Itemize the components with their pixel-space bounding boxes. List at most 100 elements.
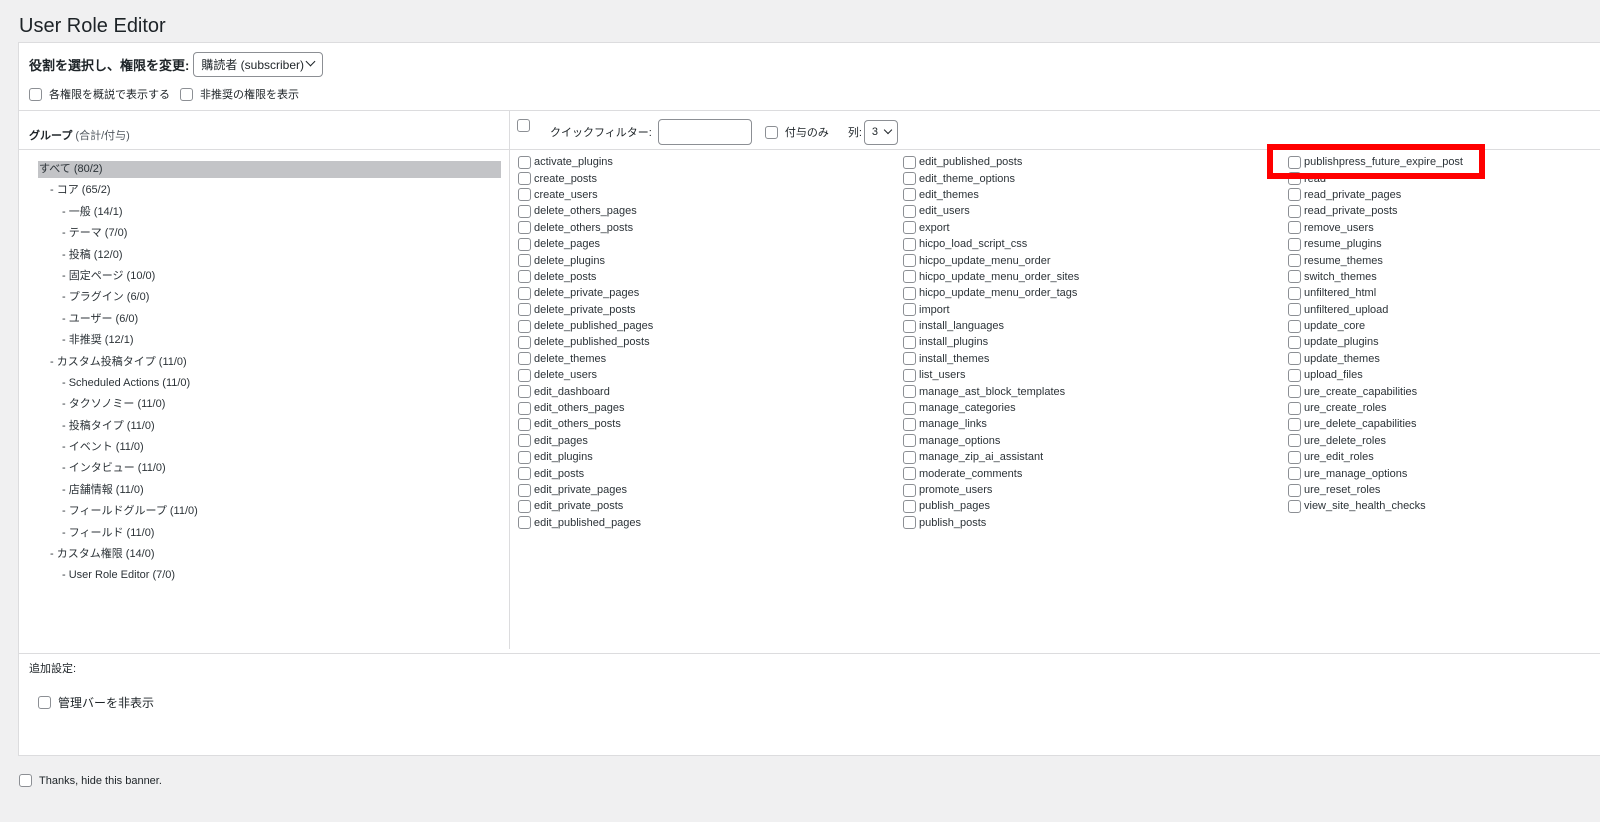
capability-item[interactable]: publish_posts [903,515,1079,531]
capability-item[interactable]: create_users [518,187,653,203]
capability-item[interactable]: ure_manage_options [1288,465,1463,481]
show-deprecated-checkbox[interactable] [180,87,193,101]
capability-checkbox[interactable] [518,237,531,251]
capability-item[interactable]: view_site_health_checks [1288,498,1463,514]
capability-item[interactable]: install_themes [903,351,1079,367]
capability-checkbox[interactable] [903,499,916,513]
capability-checkbox[interactable] [518,319,531,333]
capability-checkbox[interactable] [1288,237,1301,251]
capability-item[interactable]: edit_plugins [518,449,653,465]
capability-item[interactable]: hicpo_update_menu_order_sites [903,269,1079,285]
capability-item[interactable]: read_private_posts [1288,203,1463,219]
capability-checkbox[interactable] [518,467,531,481]
capability-checkbox[interactable] [903,237,916,251]
capability-item[interactable]: edit_published_posts [903,154,1079,170]
capability-item[interactable]: delete_users [518,367,653,383]
columns-select[interactable]: 3 [863,119,898,145]
capability-checkbox[interactable] [903,368,916,382]
capability-item[interactable]: edit_others_posts [518,416,653,432]
capability-checkbox[interactable] [1288,188,1301,202]
capability-checkbox[interactable] [903,385,916,399]
capability-checkbox[interactable] [1288,450,1301,464]
granted-only-checkbox[interactable] [764,125,778,139]
capability-checkbox[interactable] [1288,286,1301,300]
show-human-readable-checkbox[interactable] [29,87,42,101]
capability-item[interactable]: edit_dashboard [518,383,653,399]
group-item[interactable]: - フィールドグループ (11/0) [38,503,501,524]
group-item[interactable]: - カスタム投稿タイプ (11/0) [38,354,501,375]
capability-checkbox[interactable] [1288,352,1301,366]
capability-item[interactable]: hicpo_load_script_css [903,236,1079,252]
group-item[interactable]: - 非推奨 (12/1) [38,332,501,353]
capability-item[interactable]: resume_plugins [1288,236,1463,252]
group-item[interactable]: - ユーザー (6/0) [38,311,501,332]
capability-item[interactable]: upload_files [1288,367,1463,383]
capability-checkbox[interactable] [1288,401,1301,415]
capability-checkbox[interactable] [518,155,531,169]
capability-checkbox[interactable] [903,155,916,169]
capability-item[interactable]: update_core [1288,318,1463,334]
hide-banner-checkbox[interactable] [19,774,32,787]
capability-item[interactable]: ure_create_roles [1288,400,1463,416]
capability-item[interactable]: edit_pages [518,433,653,449]
capability-checkbox[interactable] [903,172,916,186]
capability-checkbox[interactable] [903,204,916,218]
group-item[interactable]: - 一般 (14/1) [38,204,501,225]
capability-checkbox[interactable] [903,335,916,349]
capability-item[interactable]: edit_published_pages [518,515,653,531]
capability-item[interactable]: manage_links [903,416,1079,432]
quick-filter-input[interactable] [657,119,752,145]
capability-item[interactable]: unfiltered_html [1288,285,1463,301]
capability-checkbox[interactable] [518,335,531,349]
capability-item[interactable]: delete_private_pages [518,285,653,301]
capability-checkbox[interactable] [1288,270,1301,284]
capability-item[interactable]: install_plugins [903,334,1079,350]
group-item[interactable]: - 投稿タイプ (11/0) [38,418,501,439]
capability-item[interactable]: unfiltered_upload [1288,302,1463,318]
capability-item[interactable]: delete_plugins [518,252,653,268]
capability-checkbox[interactable] [518,434,531,448]
capability-checkbox[interactable] [1288,385,1301,399]
capability-item[interactable]: delete_pages [518,236,653,252]
capability-item[interactable]: read_private_pages [1288,187,1463,203]
capability-checkbox[interactable] [518,254,531,268]
capability-item[interactable]: edit_private_pages [518,482,653,498]
capability-checkbox[interactable] [518,516,531,530]
group-item[interactable]: - プラグイン (6/0) [38,289,501,310]
capability-checkbox[interactable] [1288,499,1301,513]
capability-item[interactable]: delete_published_pages [518,318,653,334]
group-item[interactable]: - 店舗情報 (11/0) [38,482,501,503]
capability-item[interactable]: delete_themes [518,351,653,367]
capability-item[interactable]: manage_categories [903,400,1079,416]
group-item[interactable]: - 固定ページ (10/0) [38,268,501,289]
capability-item[interactable]: ure_create_capabilities [1288,383,1463,399]
capability-checkbox[interactable] [1288,204,1301,218]
capability-item[interactable]: publish_pages [903,498,1079,514]
capability-item[interactable]: list_users [903,367,1079,383]
capability-item[interactable]: remove_users [1288,220,1463,236]
capability-checkbox[interactable] [1288,417,1301,431]
group-item[interactable]: - カスタム権限 (14/0) [38,546,501,567]
capability-item[interactable]: delete_published_posts [518,334,653,350]
capability-item[interactable]: delete_posts [518,269,653,285]
capability-item[interactable]: moderate_comments [903,465,1079,481]
capability-checkbox[interactable] [518,221,531,235]
group-item[interactable]: - コア (65/2) [38,182,501,203]
capability-item[interactable]: delete_others_pages [518,203,653,219]
capability-checkbox[interactable] [903,188,916,202]
capability-checkbox[interactable] [903,270,916,284]
capability-item[interactable]: delete_others_posts [518,220,653,236]
capability-item[interactable]: edit_private_posts [518,498,653,514]
capability-checkbox[interactable] [903,450,916,464]
capability-checkbox[interactable] [518,172,531,186]
capability-item[interactable]: manage_ast_block_templates [903,383,1079,399]
capability-item[interactable]: update_plugins [1288,334,1463,350]
capability-checkbox[interactable] [518,352,531,366]
capability-checkbox[interactable] [903,434,916,448]
capability-checkbox[interactable] [518,401,531,415]
capability-item[interactable]: manage_zip_ai_assistant [903,449,1079,465]
hide-admin-bar-checkbox[interactable] [38,696,51,709]
capability-checkbox[interactable] [903,417,916,431]
capability-checkbox[interactable] [1288,368,1301,382]
capability-item[interactable]: import [903,302,1079,318]
